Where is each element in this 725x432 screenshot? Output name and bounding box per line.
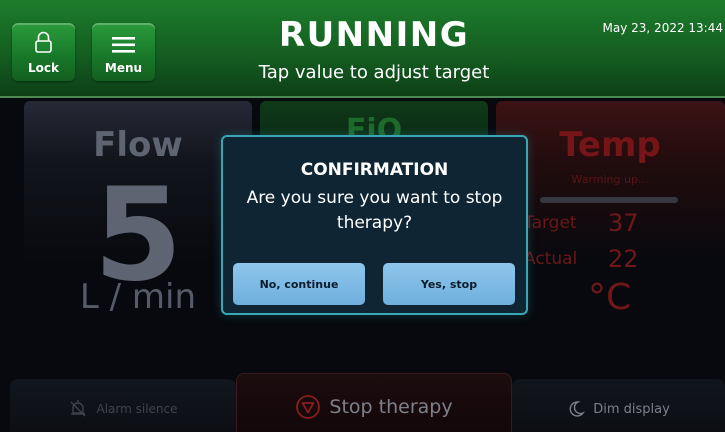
moon-icon — [567, 400, 586, 418]
temp-unit: °C — [588, 277, 632, 318]
stop-icon — [295, 394, 321, 420]
temp-status: Warming up... — [571, 173, 649, 186]
date-time: May 23, 2022 13:44 — [602, 21, 723, 35]
dim-display-label: Dim display — [593, 401, 670, 417]
lock-icon — [12, 31, 75, 53]
target-label: Target — [524, 213, 577, 233]
dialog-title: CONFIRMATION — [300, 160, 449, 180]
stop-therapy-button[interactable]: Stop therapy — [236, 373, 512, 432]
dialog-message: Are you sure you want to stop therapy? — [246, 188, 503, 233]
flow-unit: L / min — [79, 277, 197, 317]
menu-label: Menu — [104, 61, 143, 75]
actual-value: 22 — [608, 245, 639, 273]
alarm-silence-label: Alarm silence — [96, 402, 178, 416]
stop-therapy-label: Stop therapy — [329, 396, 453, 418]
therapy-screen: Lock Menu RUNNING Tap value to adjust ta… — [0, 0, 725, 432]
target-value: 37 — [608, 209, 639, 237]
actual-label: Actual — [524, 249, 578, 269]
flow-title: Flow — [93, 125, 183, 165]
temp-title: Temp — [559, 125, 661, 165]
lock-button[interactable]: Lock — [12, 23, 75, 81]
lock-label: Lock — [28, 61, 59, 75]
flow-tile[interactable]: Flow 5 L / min — [24, 101, 252, 371]
temp-tile[interactable]: Temp Warming up... Target 37 Actual 22 °… — [496, 101, 725, 371]
alarm-bell-muted-icon — [68, 399, 88, 419]
hamburger-menu-icon — [92, 31, 155, 53]
confirmation-dialog: CONFIRMATION Are you sure you want to st… — [221, 135, 528, 315]
header-subtitle: Tap value to adjust target — [258, 62, 490, 83]
header-bar: Lock Menu RUNNING Tap value to adjust ta… — [0, 0, 725, 98]
running-status: RUNNING — [278, 15, 470, 55]
menu-button[interactable]: Menu — [92, 23, 155, 81]
yes-stop-button[interactable]: Yes, stop — [383, 263, 515, 305]
no-continue-button[interactable]: No, continue — [233, 263, 365, 305]
dim-display-button[interactable]: Dim display — [512, 379, 725, 432]
alarm-silence-button[interactable]: Alarm silence — [10, 379, 236, 432]
warmup-progress-bar — [540, 197, 678, 203]
